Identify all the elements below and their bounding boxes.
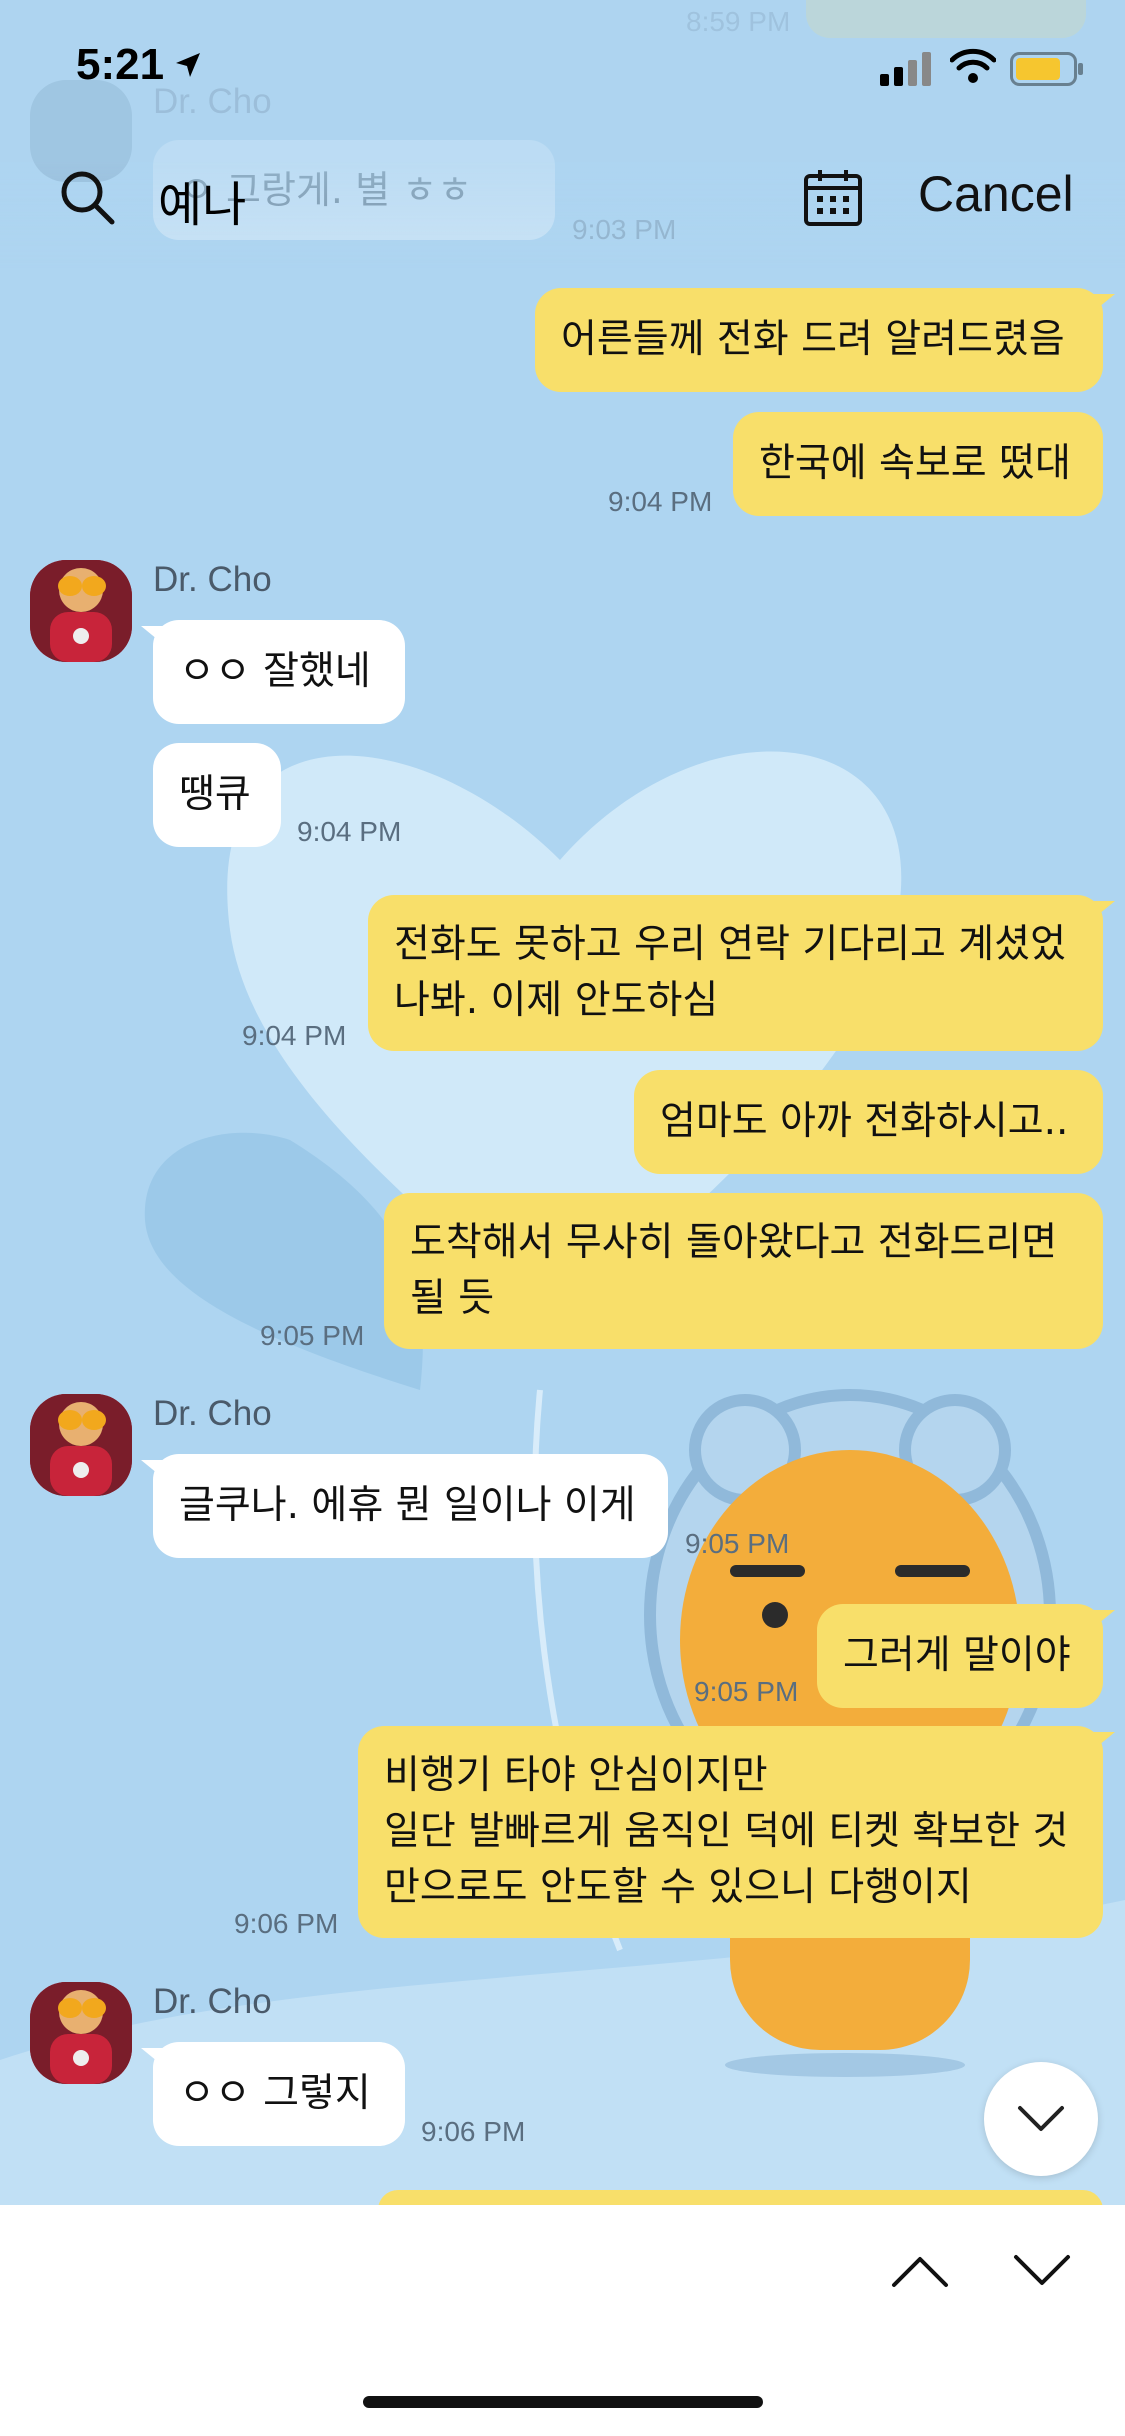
their-message[interactable]: 글쿠나. 에휴 뭔 일이나 이게 — [141, 1454, 668, 1558]
status-time: 5:21 — [76, 40, 165, 89]
message-time: 9:06 PM — [234, 1908, 339, 1939]
sender-name: Dr. Cho — [153, 560, 272, 599]
my-message[interactable]: 그러게 말이야 — [817, 1604, 1115, 1708]
calendar-icon[interactable] — [803, 168, 863, 228]
message-time: 9:05 PM — [685, 1528, 790, 1559]
message-time: 9:05 PM — [260, 1320, 365, 1351]
their-message[interactable]: 땡큐 — [153, 743, 281, 847]
sender-name: Dr. Cho — [153, 1982, 272, 2021]
home-indicator — [363, 2396, 763, 2408]
search-icon[interactable] — [58, 168, 116, 226]
sender-name: Dr. Cho — [153, 1394, 272, 1433]
their-message[interactable]: ㅇㅇ 그렇지 — [141, 2042, 405, 2146]
my-message[interactable]: 어른들께 전화 드려 알려드렸음 — [535, 288, 1115, 392]
scroll-to-bottom-button[interactable] — [984, 2062, 1098, 2176]
my-message[interactable]: 비행기 타야 안심이지만 일단 발빠르게 움직인 덕에 티켓 확보한 것 만으로… — [358, 1726, 1115, 1938]
avatar-dr-cho[interactable] — [30, 1982, 132, 2084]
location-arrow-icon — [176, 53, 200, 77]
chevron-down-icon — [1018, 2106, 1064, 2131]
message-time: 9:05 PM — [694, 1676, 799, 1707]
message-time: 9:04 PM — [608, 486, 713, 517]
search-input[interactable]: 예나 — [158, 165, 246, 235]
chat-background: 8:59 PM Dr. Cho ㅇ 그랑게. 별 ㅎㅎ 9:03 PM 어른들께… — [0, 0, 1125, 2205]
battery-icon — [1010, 52, 1083, 86]
message-time: 9:04 PM — [242, 1020, 347, 1051]
my-message[interactable]: 전화도 못하고 우리 연락 기다리고 계셨었 나봐. 이제 안도하심 — [368, 895, 1115, 1051]
their-message[interactable]: ㅇㅇ 잘했네 — [141, 620, 405, 724]
cancel-button[interactable]: Cancel — [918, 165, 1074, 223]
next-result-button[interactable] — [1012, 2253, 1072, 2289]
partial-message[interactable] — [378, 2190, 1103, 2205]
message-time: 9:04 PM — [297, 816, 402, 847]
avatar-image — [30, 560, 132, 662]
my-message[interactable]: 한국에 속보로 떴대 — [733, 412, 1103, 516]
avatar-dr-cho[interactable] — [30, 1394, 132, 1496]
avatar-dr-cho[interactable] — [30, 560, 132, 662]
message-time: 9:06 PM — [421, 2116, 526, 2147]
my-message[interactable]: 엄마도 아까 전화하시고.. — [634, 1070, 1103, 1174]
my-message[interactable]: 도착해서 무사히 돌아왔다고 전화드리면 될 듯 — [384, 1193, 1103, 1349]
avatar-image — [30, 1982, 132, 2084]
avatar-image — [30, 1394, 132, 1496]
previous-result-button[interactable] — [890, 2253, 950, 2289]
wifi-icon — [950, 48, 996, 83]
cellular-signal-icon — [880, 52, 931, 86]
